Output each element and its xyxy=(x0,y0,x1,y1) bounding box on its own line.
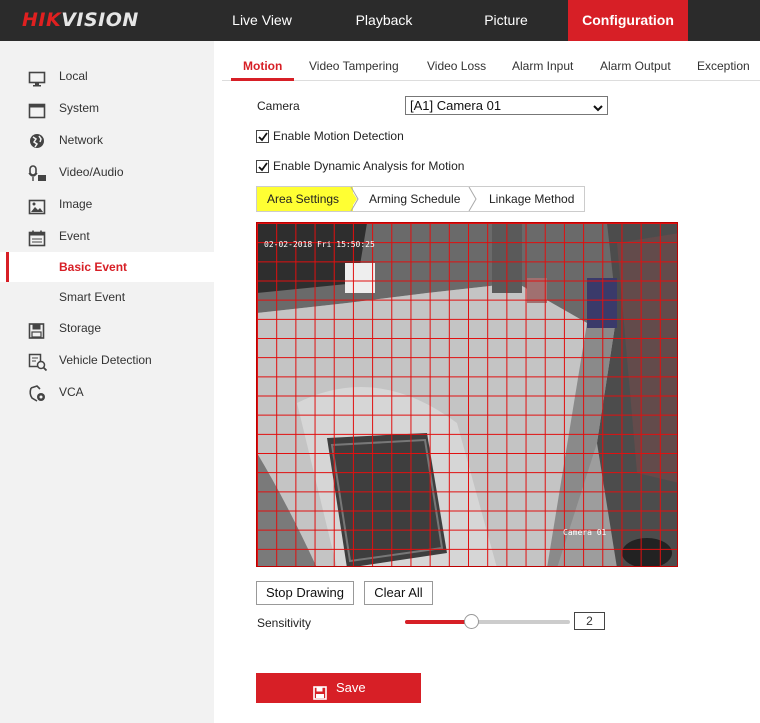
sidebar-item-local[interactable]: Local xyxy=(0,61,214,91)
camera-select-value: [A1] Camera 01 xyxy=(410,98,502,113)
sub-tab-bar: Area Settings Arming Schedule Linkage Me… xyxy=(256,186,585,212)
sensitivity-value-field[interactable]: 2 xyxy=(574,612,605,630)
sidebar-item-video-audio[interactable]: Video/Audio xyxy=(0,157,214,187)
nav-picture[interactable]: Picture xyxy=(456,0,556,41)
chevron-down-icon xyxy=(593,100,603,112)
sidebar-item-label: Smart Event xyxy=(59,290,126,304)
save-button-label: Save xyxy=(336,680,366,695)
camera-select[interactable]: [A1] Camera 01 xyxy=(405,96,608,115)
vehicle-search-icon xyxy=(28,352,48,372)
floppy-icon xyxy=(28,320,46,339)
enable-dynamic-analysis-label: Enable Dynamic Analysis for Motion xyxy=(273,159,465,173)
subtab-arming-schedule[interactable]: Arming Schedule xyxy=(369,187,469,211)
breadcrumb-separator xyxy=(468,187,477,211)
image-icon xyxy=(28,196,46,215)
hikvision-logo: HIKVISION xyxy=(22,9,139,31)
sensitivity-label: Sensitivity xyxy=(257,616,312,630)
logo-hik-text: HIK xyxy=(22,9,62,31)
top-navigation-bar: HIKVISION Live View Playback Picture Con… xyxy=(0,0,760,41)
sidebar-item-image[interactable]: Image xyxy=(0,189,214,219)
sensitivity-slider[interactable] xyxy=(405,614,570,629)
motion-area-video[interactable]: 02-02-2018 Fri 15:50:25 Camera 01 xyxy=(256,222,678,567)
tabs-divider xyxy=(222,80,760,81)
nav-playback[interactable]: Playback xyxy=(334,0,434,41)
breadcrumb-separator xyxy=(349,187,359,211)
checkmark-icon xyxy=(258,132,268,142)
motion-grid xyxy=(257,223,677,566)
subtab-area-settings[interactable]: Area Settings xyxy=(257,187,353,211)
sidebar-item-vca[interactable]: VCA xyxy=(0,377,214,407)
calendar-icon xyxy=(28,228,46,247)
sidebar-item-basic-event[interactable]: Basic Event xyxy=(0,252,214,282)
sidebar-item-label: Storage xyxy=(59,321,102,335)
sidebar-item-vehicle-detection[interactable]: Vehicle Detection xyxy=(0,345,214,375)
osd-timestamp: 02-02-2018 Fri 15:50:25 xyxy=(264,240,375,249)
sidebar-item-label: Image xyxy=(59,197,93,211)
floppy-icon xyxy=(313,681,327,700)
sidebar-item-label: Local xyxy=(59,69,88,83)
tab-video-loss[interactable]: Video Loss xyxy=(427,59,486,73)
sidebar-item-label: Basic Event xyxy=(59,260,128,274)
enable-motion-detection-label: Enable Motion Detection xyxy=(273,129,404,143)
enable-motion-detection-checkbox[interactable] xyxy=(256,130,269,143)
window-icon xyxy=(28,100,46,119)
tab-alarm-input[interactable]: Alarm Input xyxy=(512,59,573,73)
nav-configuration[interactable]: Configuration xyxy=(568,0,688,41)
monitor-icon xyxy=(28,68,46,87)
vca-gear-icon xyxy=(28,384,46,402)
globe-icon xyxy=(28,132,46,148)
active-tab-underline xyxy=(231,78,294,81)
nav-live-view[interactable]: Live View xyxy=(212,0,312,41)
sidebar: Local System Network Video/Audio Image E… xyxy=(0,41,214,723)
stop-drawing-button[interactable]: Stop Drawing xyxy=(256,581,354,605)
microphone-icon xyxy=(28,164,46,181)
sidebar-item-label: Network xyxy=(59,133,104,147)
sidebar-item-label: System xyxy=(59,101,100,115)
subtab-linkage-method[interactable]: Linkage Method xyxy=(489,187,585,211)
checkmark-icon xyxy=(258,162,268,172)
sensitivity-slider-fill xyxy=(405,620,471,624)
sidebar-item-label: Vehicle Detection xyxy=(59,353,152,367)
sidebar-item-system[interactable]: System xyxy=(0,93,214,123)
tab-video-tampering[interactable]: Video Tampering xyxy=(309,59,399,73)
sidebar-item-smart-event[interactable]: Smart Event xyxy=(0,282,214,312)
logo-vision-text: VISION xyxy=(61,9,139,31)
clear-all-button[interactable]: Clear All xyxy=(364,581,433,605)
active-indicator xyxy=(6,252,9,282)
tab-motion[interactable]: Motion xyxy=(243,59,282,73)
sidebar-item-storage[interactable]: Storage xyxy=(0,313,214,343)
camera-label: Camera xyxy=(257,99,300,113)
tab-alarm-output[interactable]: Alarm Output xyxy=(600,59,671,73)
osd-camera-name: Camera 01 xyxy=(563,528,607,537)
sidebar-item-event[interactable]: Event xyxy=(0,221,214,251)
sidebar-item-label: Video/Audio xyxy=(59,165,124,179)
tab-exception[interactable]: Exception xyxy=(697,59,750,73)
save-button[interactable]: Save xyxy=(256,673,421,703)
sidebar-item-network[interactable]: Network xyxy=(0,125,214,155)
sidebar-item-label: VCA xyxy=(59,385,84,399)
enable-dynamic-analysis-checkbox[interactable] xyxy=(256,160,269,173)
sensitivity-slider-handle[interactable] xyxy=(464,614,479,629)
sidebar-item-label: Event xyxy=(59,229,90,243)
